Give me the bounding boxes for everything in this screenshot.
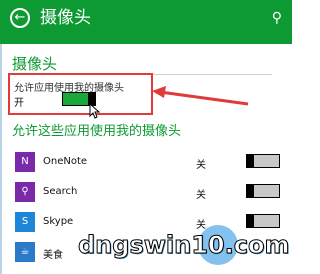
food-icon: ☕ <box>15 242 35 262</box>
section-title: 摄像头 <box>12 55 58 73</box>
toggle-state-label: 开 <box>14 98 24 109</box>
search-app-icon: ⚲ <box>15 182 35 202</box>
toggle-knob <box>247 184 254 198</box>
annotation-arrow-icon <box>152 86 249 106</box>
app-name: 美食 <box>43 250 63 261</box>
skype-icon: S <box>15 212 35 232</box>
apps-section-title: 允许这些应用使用我的摄像头 <box>12 124 182 139</box>
app-toggle-onenote[interactable] <box>246 154 280 168</box>
app-row-search: ⚲ Search 关 <box>12 180 282 206</box>
search-icon[interactable]: ⚲ <box>272 10 282 26</box>
app-name: OneNote <box>43 156 88 167</box>
toggle-knob <box>247 154 254 168</box>
mouse-cursor-icon <box>89 103 101 119</box>
app-toggle-state: 关 <box>196 190 206 201</box>
watermark-text: dngswin10.com <box>77 231 290 260</box>
app-name: Skype <box>43 216 74 227</box>
app-name: Search <box>43 186 78 197</box>
watermark: dngswin10.com <box>77 225 290 269</box>
onenote-icon: N <box>15 152 35 172</box>
app-row-onenote: N OneNote 关 <box>12 150 282 176</box>
app-toggle-search[interactable] <box>246 184 280 198</box>
back-arrow-icon[interactable]: ← <box>10 8 30 28</box>
app-header: ← 摄像头 ⚲ <box>0 0 292 44</box>
page-title: 摄像头 <box>40 8 91 28</box>
app-toggle-state: 关 <box>196 160 206 171</box>
